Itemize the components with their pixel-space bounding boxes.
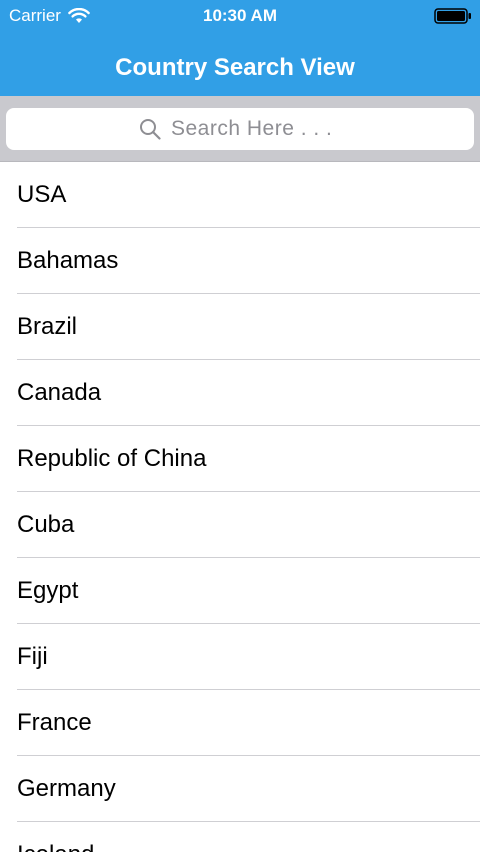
battery-icon (434, 8, 471, 24)
country-list: USA Bahamas Brazil Canada Republic of Ch… (0, 162, 480, 852)
list-item-iceland[interactable]: Iceland (0, 822, 480, 852)
list-item-bahamas[interactable]: Bahamas (0, 228, 480, 294)
list-item-france[interactable]: France (0, 690, 480, 756)
search-field-container[interactable] (6, 108, 474, 150)
search-bar (0, 96, 480, 162)
status-time: 10:30 AM (202, 6, 277, 25)
list-item-fiji[interactable]: Fiji (0, 624, 480, 690)
list-item-republic-of-china[interactable]: Republic of China (0, 426, 480, 492)
search-input[interactable] (171, 117, 341, 141)
status-bar: Carrier 10:30 AM (0, 0, 480, 32)
search-icon (140, 119, 161, 140)
navigation-header: Carrier 10:30 AM Country Search View (0, 0, 480, 96)
list-item-egypt[interactable]: Egypt (0, 558, 480, 624)
list-item-usa[interactable]: USA (0, 162, 480, 228)
list-item-cuba[interactable]: Cuba (0, 492, 480, 558)
page-title: Country Search View (115, 54, 355, 81)
list-item-brazil[interactable]: Brazil (0, 294, 480, 360)
list-item-canada[interactable]: Canada (0, 360, 480, 426)
list-item-germany[interactable]: Germany (0, 756, 480, 822)
country-search-screen: Carrier 10:30 AM Country Search View Sea… (0, 0, 480, 852)
